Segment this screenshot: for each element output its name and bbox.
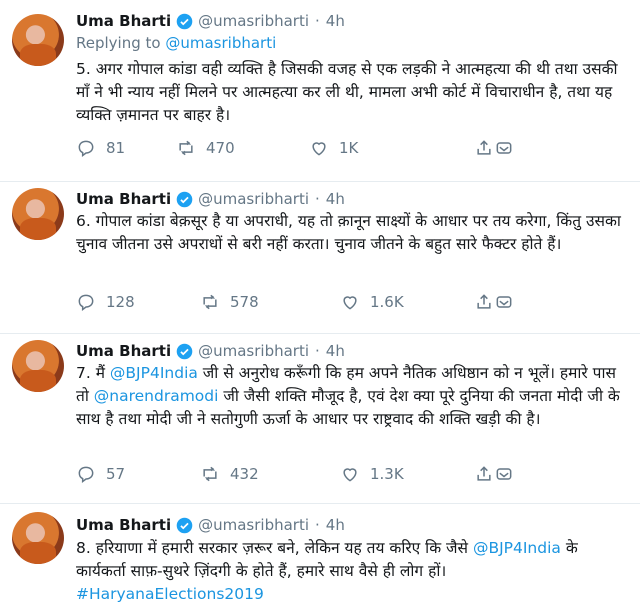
text-segment: 8. हरियाणा में हमारी सरकार ज़रूर बने, ले… [76,539,473,557]
reply-button[interactable]: 57 [76,462,200,486]
author-handle[interactable]: @umasribharti [198,12,309,30]
share-icon [477,294,491,309]
separator: · [315,12,320,30]
like-count: 1K [339,139,359,157]
retweet-count: 578 [230,293,259,311]
timestamp[interactable]: 4h [326,190,345,208]
mention-link[interactable]: @narendramodi [94,387,219,405]
like-icon [343,296,357,310]
reply-icon [78,140,94,157]
retweet-icon [203,466,217,482]
share-button[interactable] [474,136,514,160]
tweet-text: 5. अगर गोपाल कांडा वही व्यक्ति है जिसकी … [76,60,618,124]
author-name[interactable]: Uma Bharti [76,12,171,30]
verified-badge-icon [176,13,193,29]
author-name[interactable]: Uma Bharti [76,190,171,208]
retweet-count: 470 [206,139,235,157]
verified-badge-icon [176,343,193,359]
like-count: 1.3K [370,465,404,483]
avatar[interactable] [12,340,64,392]
retweet-button[interactable]: 578 [200,290,340,314]
tweet-header: Uma Bharti @umasribharti · 4h [76,340,345,362]
verified-badge-icon [176,517,193,533]
reply-icon [78,294,94,311]
dm-icon [496,142,512,154]
like-icon [343,468,357,482]
author-name[interactable]: Uma Bharti [76,516,171,534]
tweet-actions: 128 578 1.6K [76,290,480,314]
tweet-5[interactable]: Uma Bharti @umasribharti · 4h Replying t… [0,0,640,182]
retweet-button[interactable]: 470 [176,136,309,160]
hashtag-link[interactable]: #HaryanaElections2019 [76,585,264,603]
like-icon [312,142,326,156]
tweet-actions: 57 432 1.3K [76,462,480,486]
tweet-thread: Uma Bharti @umasribharti · 4h Replying t… [0,0,640,606]
tweet-actions: 81 470 1K [76,136,449,160]
retweet-button[interactable]: 432 [200,462,340,486]
separator: · [315,342,320,360]
like-button[interactable]: 1.3K [340,462,480,486]
author-handle[interactable]: @umasribharti [198,516,309,534]
dm-icon [496,296,512,308]
mention-link[interactable]: @BJP4India [473,539,561,557]
tweet-text: 7. मैं @BJP4India जी से अनुरोध करूँगी कि… [76,362,624,431]
author-name[interactable]: Uma Bharti [76,342,171,360]
retweet-icon [203,294,217,310]
dm-icon [496,468,512,480]
verified-badge-icon [176,191,193,207]
tweet-7[interactable]: Uma Bharti @umasribharti · 4h 7. मैं @BJ… [0,334,640,504]
author-handle[interactable]: @umasribharti [198,190,309,208]
retweet-icon [179,140,193,156]
share-icon [477,466,491,481]
replying-to: Replying to @umasribharti [76,34,276,52]
timestamp[interactable]: 4h [326,516,345,534]
reply-count: 128 [106,293,135,311]
replying-handle-link[interactable]: @umasribharti [165,34,276,52]
text-segment: 7. मैं [76,364,110,382]
reply-count: 57 [106,465,126,483]
mention-link[interactable]: @BJP4India [110,364,198,382]
retweet-count: 432 [230,465,259,483]
share-icon [477,140,491,155]
separator: · [315,190,320,208]
replying-label: Replying to [76,34,161,52]
tweet-header: Uma Bharti @umasribharti · 4h [76,188,345,210]
avatar[interactable] [12,14,64,66]
tweet-text: 6. गोपाल कांडा बेक़सूर है या अपराधी, यह … [76,212,621,253]
reply-icon [78,466,94,483]
reply-button[interactable]: 128 [76,290,200,314]
timestamp[interactable]: 4h [326,342,345,360]
author-handle[interactable]: @umasribharti [198,342,309,360]
share-button[interactable] [474,290,514,314]
share-button[interactable] [474,462,514,486]
reply-button[interactable]: 81 [76,136,176,160]
tweet-header: Uma Bharti @umasribharti · 4h [76,10,345,32]
avatar[interactable] [12,512,64,564]
tweet-6[interactable]: Uma Bharti @umasribharti · 4h 6. गोपाल क… [0,182,640,334]
like-button[interactable]: 1.6K [340,290,480,314]
timestamp[interactable]: 4h [326,12,345,30]
like-button[interactable]: 1K [309,136,449,160]
avatar[interactable] [12,188,64,240]
like-count: 1.6K [370,293,404,311]
reply-count: 81 [106,139,126,157]
tweet-text: 8. हरियाणा में हमारी सरकार ज़रूर बने, ले… [76,537,624,606]
tweet-8[interactable]: Uma Bharti @umasribharti · 4h 8. हरियाणा… [0,504,640,606]
tweet-header: Uma Bharti @umasribharti · 4h [76,514,345,536]
separator: · [315,516,320,534]
